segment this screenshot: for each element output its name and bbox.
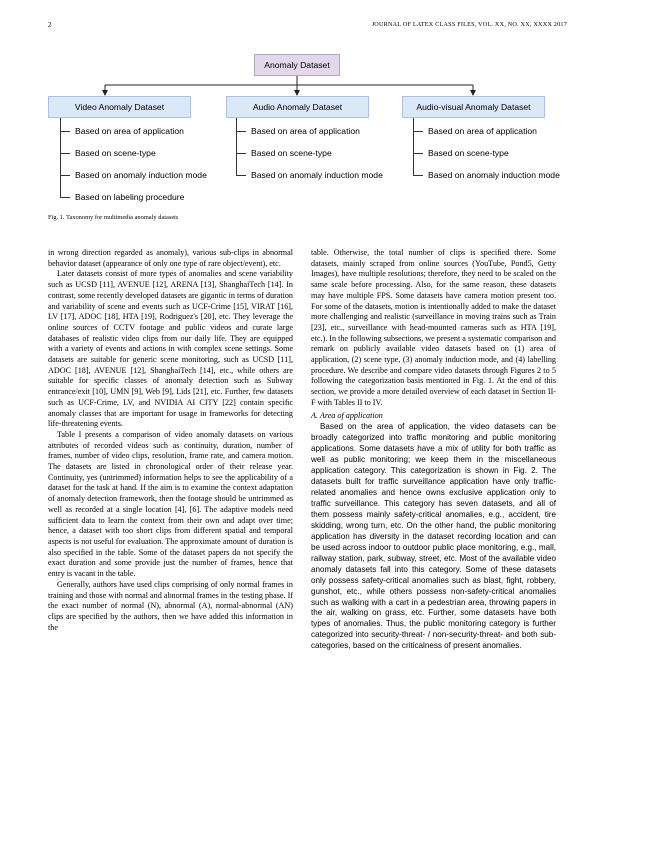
list-item: Based on scene-type	[236, 146, 383, 168]
paragraph: Table I presents a comparison of video a…	[48, 429, 293, 579]
root-node: Anomaly Dataset	[254, 54, 340, 76]
figure-caption: Fig. 1. Taxonomy for multimedia anomaly …	[48, 214, 179, 221]
paragraph: Later datasets consist of more types of …	[48, 269, 293, 429]
category-node-video: Video Anomaly Dataset	[48, 96, 191, 118]
audio-criteria-list: Based on area of application Based on sc…	[236, 118, 383, 190]
category-node-audiovisual: Audio-visual Anomaly Dataset	[402, 96, 545, 118]
audiovisual-criteria-list: Based on area of application Based on sc…	[413, 118, 560, 190]
list-item: Based on area of application	[236, 124, 383, 146]
paragraph: in wrong direction regarded as anomaly),…	[48, 248, 293, 268]
list-item: Based on anomaly induction mode	[413, 168, 560, 190]
right-column: table. Otherwise, the total number of cl…	[311, 248, 556, 652]
taxonomy-figure: Anomaly Dataset Video Anomaly Dataset Au…	[0, 0, 662, 221]
paragraph: table. Otherwise, the total number of cl…	[311, 248, 556, 407]
paragraph: Based on the area of application, the vi…	[311, 422, 556, 651]
left-column: in wrong direction regarded as anomaly),…	[48, 248, 293, 633]
paragraph: Generally, authors have used clips compr…	[48, 579, 293, 632]
video-criteria-list: Based on area of application Based on sc…	[60, 118, 207, 212]
list-item: Based on anomaly induction mode	[60, 168, 207, 190]
list-item: Based on scene-type	[60, 146, 207, 168]
list-item: Based on anomaly induction mode	[236, 168, 383, 190]
category-node-audio: Audio Anomaly Dataset	[226, 96, 369, 118]
subsection-heading: A. Area of application	[311, 410, 383, 420]
list-item: Based on area of application	[413, 124, 560, 146]
list-item: Based on labeling procedure	[60, 190, 207, 212]
list-item: Based on area of application	[60, 124, 207, 146]
list-item: Based on scene-type	[413, 146, 560, 168]
